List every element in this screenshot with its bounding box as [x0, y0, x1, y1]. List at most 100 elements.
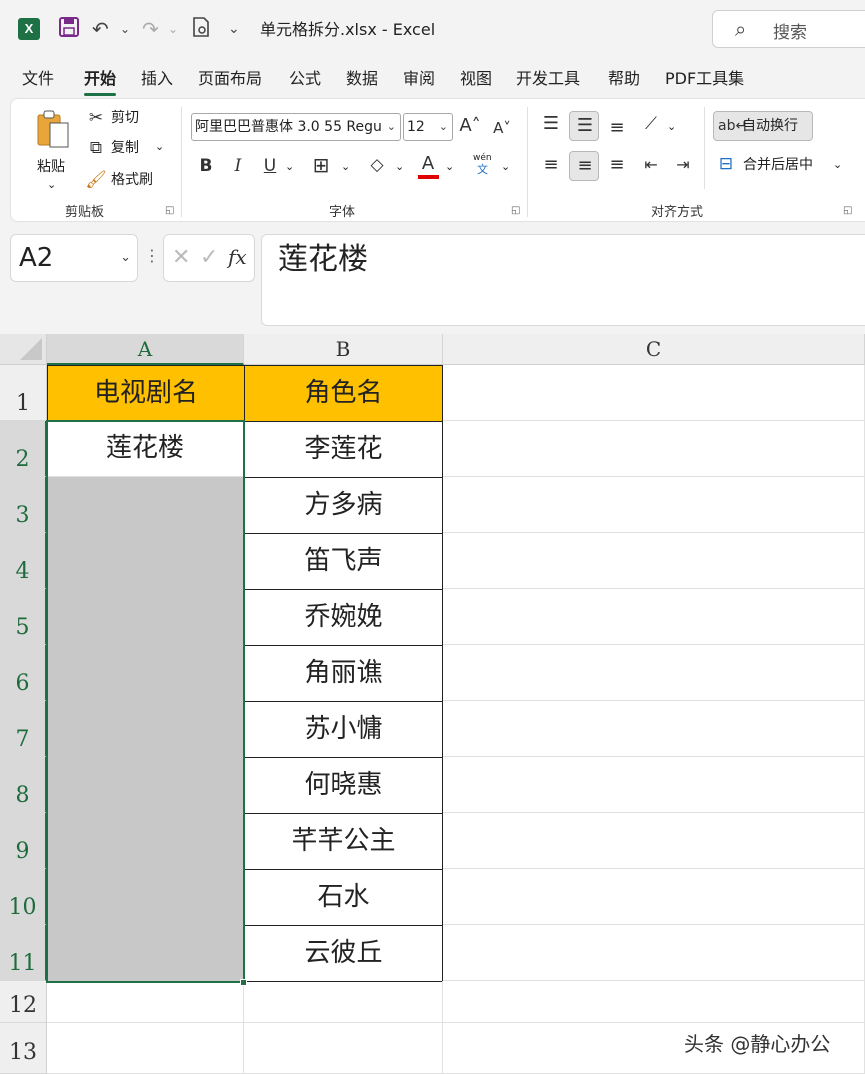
fill-handle[interactable] [240, 979, 247, 986]
cell-b4[interactable]: 笛飞声 [244, 533, 443, 590]
tab-pdf-tools[interactable]: PDF工具集 [665, 68, 744, 90]
row-header-8[interactable]: 8 [0, 757, 47, 813]
copy-button[interactable]: ⧉ 复制 ⌄ [85, 137, 175, 161]
tab-review[interactable]: 审阅 [403, 68, 435, 90]
fill-color-icon[interactable]: ◇ [365, 154, 389, 176]
enter-check-icon[interactable]: ✓ [200, 245, 218, 270]
cell-c12[interactable] [443, 981, 865, 1023]
phonetic-guide-button[interactable]: wén 文 [471, 153, 501, 181]
tab-file[interactable]: 文件 [22, 68, 54, 90]
name-box[interactable]: A2 ⌄ [10, 234, 138, 282]
italic-button[interactable]: I [227, 155, 249, 177]
cell-range-a3-a11[interactable] [47, 477, 244, 981]
save-icon[interactable] [58, 16, 80, 42]
decrease-font-size-icon[interactable]: A˅ [491, 117, 513, 139]
worksheet-grid[interactable]: A B C 1 2 3 4 5 6 7 8 9 10 11 12 13 电视剧名… [0, 334, 865, 1074]
cell-b12[interactable] [244, 981, 443, 1023]
cell-c3[interactable] [443, 477, 865, 533]
cell-c6[interactable] [443, 645, 865, 701]
tab-home[interactable]: 开始 [84, 68, 117, 96]
align-bottom-icon[interactable]: ≡ [605, 117, 629, 139]
tab-developer[interactable]: 开发工具 [516, 68, 580, 90]
row-header-6[interactable]: 6 [0, 645, 47, 701]
formula-input[interactable]: 莲花楼 [261, 234, 865, 326]
cell-b3[interactable]: 方多病 [244, 477, 443, 534]
column-header-c[interactable]: C [443, 334, 865, 365]
alignment-launcher-icon[interactable]: ◱ [843, 205, 852, 216]
cell-a2[interactable]: 莲花楼 [47, 421, 244, 477]
cell-a12[interactable] [47, 981, 244, 1023]
align-right-icon[interactable]: ≡ [605, 154, 629, 176]
row-header-7[interactable]: 7 [0, 701, 47, 757]
cancel-icon[interactable]: ✕ [172, 245, 190, 270]
cell-a1[interactable]: 电视剧名 [47, 365, 245, 422]
column-header-a[interactable]: A [47, 334, 244, 365]
tab-data[interactable]: 数据 [346, 68, 378, 90]
increase-indent-icon[interactable]: ⇥ [671, 154, 695, 176]
row-header-13[interactable]: 13 [0, 1023, 47, 1074]
row-header-5[interactable]: 5 [0, 589, 47, 645]
borders-dropdown-icon[interactable]: ⌄ [341, 157, 350, 177]
cell-b5[interactable]: 乔婉娩 [244, 589, 443, 646]
merge-center-button[interactable]: ⊟ 合并后居中 ⌄ [715, 153, 855, 179]
format-painter-button[interactable]: 🖌 格式刷 [85, 169, 175, 193]
align-left-icon[interactable]: ≡ [539, 154, 563, 176]
cell-b9[interactable]: 芊芊公主 [244, 813, 443, 870]
merge-dropdown-icon[interactable]: ⌄ [833, 155, 842, 175]
underline-button[interactable]: U [259, 155, 281, 177]
orientation-dropdown-icon[interactable]: ⌄ [667, 117, 676, 137]
cell-b11[interactable]: 云彼丘 [244, 925, 443, 982]
cell-b13[interactable] [244, 1023, 443, 1074]
font-size-combo[interactable]: 12 ⌄ [403, 113, 453, 141]
cell-b8[interactable]: 何晓惠 [244, 757, 443, 814]
paste-button[interactable]: 粘贴 ⌄ [33, 107, 73, 191]
more-options-icon[interactable]: ⋮ [144, 246, 160, 265]
font-name-combo[interactable]: 阿里巴巴普惠体 3.0 55 Regu ⌄ [191, 113, 401, 141]
tab-view[interactable]: 视图 [460, 68, 492, 90]
column-header-b[interactable]: B [244, 334, 443, 365]
cell-c10[interactable] [443, 869, 865, 925]
row-header-4[interactable]: 4 [0, 533, 47, 589]
tab-page-layout[interactable]: 页面布局 [198, 68, 262, 90]
cell-c8[interactable] [443, 757, 865, 813]
row-header-9[interactable]: 9 [0, 813, 47, 869]
redo-icon[interactable]: ↷ [142, 16, 159, 42]
align-center-button[interactable]: ≡ [569, 151, 599, 181]
clipboard-launcher-icon[interactable]: ◱ [165, 205, 174, 216]
row-header-10[interactable]: 10 [0, 869, 47, 925]
redo-dropdown-icon[interactable]: ⌄ [168, 16, 178, 42]
customize-toolbar-icon[interactable]: ⌄ [228, 16, 240, 42]
orientation-icon[interactable]: ⟋ [639, 113, 663, 135]
copy-dropdown-icon[interactable]: ⌄ [155, 137, 164, 157]
row-header-11[interactable]: 11 [0, 925, 47, 981]
decrease-indent-icon[interactable]: ⇤ [639, 154, 663, 176]
cell-b7[interactable]: 苏小慵 [244, 701, 443, 758]
cell-c11[interactable] [443, 925, 865, 981]
tab-insert[interactable]: 插入 [141, 68, 173, 90]
select-all-button[interactable] [0, 334, 47, 365]
bold-button[interactable]: B [195, 155, 217, 177]
fill-color-dropdown-icon[interactable]: ⌄ [395, 157, 404, 177]
print-preview-icon[interactable] [190, 16, 212, 42]
phonetic-dropdown-icon[interactable]: ⌄ [501, 157, 510, 177]
tab-help[interactable]: 帮助 [608, 68, 640, 90]
font-color-dropdown-icon[interactable]: ⌄ [445, 157, 454, 177]
cell-c1[interactable] [443, 365, 865, 421]
paste-dropdown-icon[interactable]: ⌄ [47, 175, 56, 195]
undo-icon[interactable]: ↶ [92, 16, 109, 42]
cell-b10[interactable]: 石水 [244, 869, 443, 926]
increase-font-size-icon[interactable]: A˄ [459, 115, 481, 137]
cell-c4[interactable] [443, 533, 865, 589]
cell-c9[interactable] [443, 813, 865, 869]
cell-a13[interactable] [47, 1023, 244, 1074]
align-top-icon[interactable]: ☰ [539, 113, 563, 135]
cell-c2[interactable] [443, 421, 865, 477]
cell-c5[interactable] [443, 589, 865, 645]
undo-dropdown-icon[interactable]: ⌄ [120, 16, 130, 42]
cell-b2[interactable]: 李莲花 [244, 421, 443, 478]
row-header-2[interactable]: 2 [0, 421, 47, 477]
insert-function-button[interactable]: fx [228, 245, 247, 269]
row-header-12[interactable]: 12 [0, 981, 47, 1023]
row-header-3[interactable]: 3 [0, 477, 47, 533]
row-header-1[interactable]: 1 [0, 365, 47, 421]
